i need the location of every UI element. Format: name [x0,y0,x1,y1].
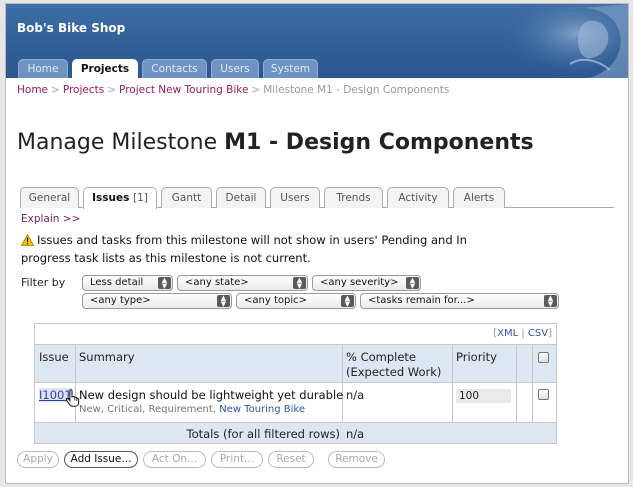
tab-issues[interactable]: Issues [1] [83,187,157,209]
issue-priority-field[interactable]: 100 [456,389,511,403]
column-divider [532,345,533,382]
col-header-complete-line2: (Expected Work) [346,365,442,379]
csv-link[interactable]: CSV [528,328,548,339]
column-divider [452,383,453,422]
col-header-summary[interactable]: Summary [79,350,135,365]
totals-value: n/a [346,427,365,441]
issue-summary: New design should be lightweight yet dur… [79,388,344,402]
state-select[interactable]: <any state> ▲ ▼ [177,275,308,291]
main-tab-users[interactable]: Users [211,59,259,78]
main-tab-home[interactable]: Home [18,59,68,78]
app-header: Bob's Bike Shop Home Projects Contacts U… [6,4,628,78]
tab-issues-count: [1] [133,192,148,204]
filter-label: Filter by [21,276,66,289]
select-all-checkbox[interactable] [538,352,549,363]
apply-button[interactable]: Apply [17,451,59,468]
main-tab-projects[interactable]: Projects [72,59,138,78]
breadcrumb: Home > Projects > Project New Touring Bike > M… [17,84,449,96]
issue-meta: New, Critical, Requirement, New Touring … [79,404,305,415]
detail-select[interactable]: Less detail ▲ ▼ [82,275,173,291]
select-arrows-icon: ▲ ▼ [158,277,171,290]
column-divider [75,345,76,382]
totals-row: Totals (for all filtered rows) n/a [35,422,556,443]
export-bracket-close: ] [548,328,552,339]
page-title-prefix: Manage Milestone [17,130,218,155]
tab-activity[interactable]: Activity [387,187,449,208]
act-on-button[interactable]: Act On... [143,451,206,468]
column-divider [532,383,533,422]
issue-meta-text: New, Critical, Requirement, [79,404,216,415]
state-select-value: <any state> [185,277,249,288]
row-select-checkbox[interactable] [538,389,549,400]
breadcrumb-separator: > [51,84,60,96]
column-divider [516,345,517,382]
tasks-select[interactable]: <tasks remain for...> ▲ ▼ [360,293,559,309]
select-arrows-icon: ▲ ▼ [406,277,419,290]
print-button[interactable]: Print... [211,451,263,468]
select-arrows-icon: ▲ ▼ [544,295,557,308]
export-separator: | [521,328,525,339]
table-header-row: Issue Summary % Complete (Expected Work) … [35,344,556,382]
table-row: I1001 New design should be lightweight y… [35,382,556,422]
detail-select-value: Less detail [90,277,144,288]
hand-cursor-icon [65,389,80,407]
tab-issues-label: Issues [92,192,130,204]
tab-users[interactable]: Users [270,187,320,208]
breadcrumb-separator: > [107,84,117,96]
warning-icon [20,233,35,250]
reset-button[interactable]: Reset [268,451,314,468]
col-header-issue[interactable]: Issue [39,350,69,365]
page-title-milestone: M1 - Design Components [224,130,534,155]
explain-link[interactable]: Explain >> [21,213,80,225]
type-select[interactable]: <any type> ▲ ▼ [82,293,232,309]
app-window: Bob's Bike Shop Home Projects Contacts U… [5,3,629,484]
header-decoration-image [498,4,628,78]
tab-alerts[interactable]: Alerts [453,187,505,208]
warning-line-1: Issues and tasks from this milestone wil… [37,233,467,247]
add-issue-button[interactable]: Add Issue... [64,451,138,468]
severity-select[interactable]: <any severity> ▲ ▼ [312,275,421,291]
issue-complete: n/a [346,388,365,402]
breadcrumb-projects[interactable]: Projects [63,84,104,96]
export-links: [XML | CSV] [35,324,556,344]
breadcrumb-home[interactable]: Home [17,84,48,96]
totals-label: Totals (for all filtered rows) [186,427,340,441]
tab-detail[interactable]: Detail [216,187,266,208]
page-title: Manage Milestone M1 - Design Components [17,130,534,155]
severity-select-value: <any severity> [320,277,399,288]
col-header-complete[interactable]: % Complete (Expected Work) [346,350,441,380]
breadcrumb-project[interactable]: Project New Touring Bike [119,84,248,96]
tab-gantt[interactable]: Gantt [161,187,212,208]
tasks-select-value: <tasks remain for...> [368,295,475,306]
main-tab-contacts[interactable]: Contacts [142,59,207,78]
column-divider [342,345,343,382]
milestone-warning: Issues and tasks from this milestone wil… [20,232,581,266]
main-tab-system[interactable]: System [263,59,318,78]
remove-button[interactable]: Remove [328,451,385,468]
column-divider [452,345,453,382]
topic-select-value: <any topic> [244,295,307,306]
column-divider [516,383,517,422]
breadcrumb-separator: > [251,84,261,96]
topic-select[interactable]: <any topic> ▲ ▼ [236,293,356,309]
col-header-priority[interactable]: Priority [456,350,497,365]
breadcrumb-current: Milestone M1 - Design Components [263,84,450,96]
xml-link[interactable]: XML [497,328,518,339]
select-arrows-icon: ▲ ▼ [341,295,354,308]
select-arrows-icon: ▲ ▼ [293,277,306,290]
issues-table: [XML | CSV] Issue Summary % Complete (Exp… [34,323,557,444]
warning-line-2: progress task lists as this milestone is… [21,251,311,265]
type-select-value: <any type> [90,295,151,306]
brand-name: Bob's Bike Shop [17,21,126,35]
col-header-complete-line1: % Complete [346,350,417,364]
issue-project-link[interactable]: New Touring Bike [219,404,305,415]
select-arrows-icon: ▲ ▼ [217,295,230,308]
tab-general[interactable]: General [20,187,79,208]
tab-trends[interactable]: Trends [324,187,383,208]
